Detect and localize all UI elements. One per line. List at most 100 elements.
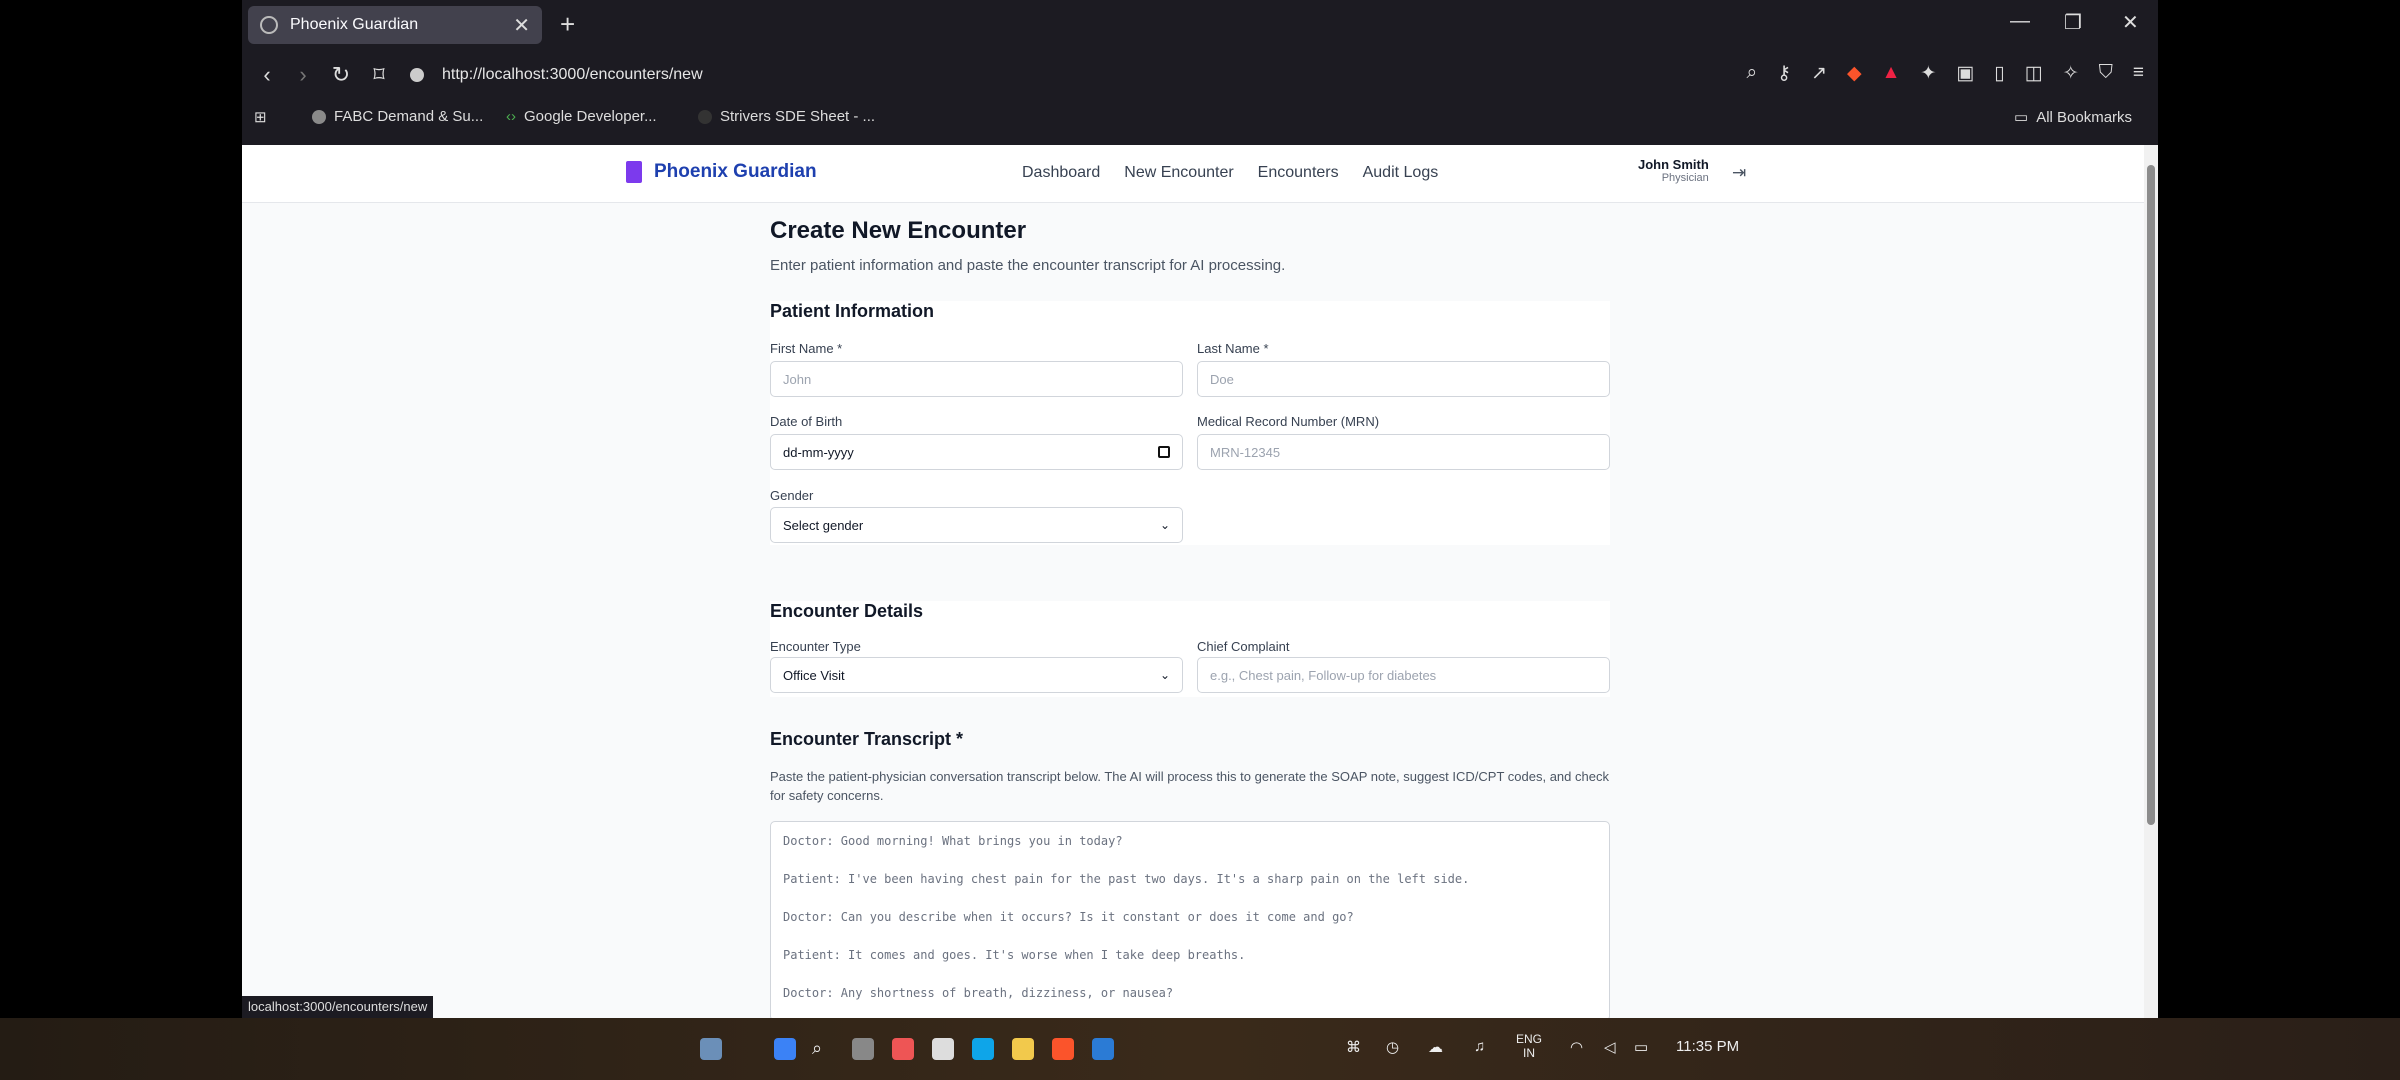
gender-label: Gender bbox=[770, 488, 814, 503]
vscode-icon[interactable] bbox=[1092, 1038, 1114, 1060]
wifi-icon[interactable]: ◠ bbox=[1570, 1038, 1583, 1056]
globe-icon bbox=[312, 109, 326, 124]
start-icon[interactable] bbox=[774, 1038, 796, 1060]
brand[interactable]: Phoenix Guardian bbox=[626, 161, 817, 183]
encounter-type-select[interactable]: Office Visit ⌄ bbox=[770, 657, 1183, 693]
patient-info-section: Patient Information First Name * John La… bbox=[770, 301, 1610, 545]
nav-bar: ‹ › ↻ ⌑ http://localhost:3000/encounters… bbox=[242, 52, 2158, 98]
dob-input[interactable]: dd-mm-yyyy bbox=[770, 434, 1183, 470]
transcript-line: Patient: I've been having chest pain for… bbox=[783, 872, 1470, 886]
notification-icon[interactable]: ♫ bbox=[1474, 1038, 1485, 1055]
tab-bar: Phoenix Guardian ✕ + — ❐ ✕ bbox=[242, 0, 2158, 50]
tab-close-icon[interactable]: ✕ bbox=[513, 13, 530, 38]
close-window-icon[interactable]: ✕ bbox=[2122, 10, 2139, 35]
file-explorer-icon[interactable] bbox=[1012, 1038, 1034, 1060]
menu-icon[interactable]: ≡ bbox=[2133, 62, 2144, 85]
transcript-line: Doctor: Good morning! What brings you in… bbox=[783, 834, 1123, 848]
volume-icon[interactable]: ◁ bbox=[1604, 1038, 1616, 1056]
all-bookmarks-button[interactable]: ▭ All Bookmarks bbox=[2014, 108, 2132, 127]
apps-icon[interactable]: ⊞ bbox=[254, 108, 267, 126]
screenshot-icon[interactable]: ▣ bbox=[1956, 62, 1974, 85]
search-icon[interactable]: ⌕ bbox=[812, 1038, 834, 1060]
leo-icon[interactable]: ✧ bbox=[2063, 62, 2079, 85]
site-info-icon[interactable] bbox=[410, 68, 424, 82]
key-icon[interactable]: ⚷ bbox=[1777, 62, 1791, 85]
nav-dashboard[interactable]: Dashboard bbox=[1022, 164, 1100, 182]
cloud-icon[interactable]: ☁ bbox=[1428, 1038, 1443, 1056]
first-name-label: First Name * bbox=[770, 341, 843, 356]
page-viewport: Phoenix Guardian Dashboard New Encounter… bbox=[242, 145, 2158, 1018]
folder-icon: ▭ bbox=[2014, 109, 2029, 126]
address-bar[interactable]: http://localhost:3000/encounters/new bbox=[410, 58, 1600, 92]
first-name-input[interactable]: John bbox=[770, 361, 1183, 397]
chrome-icon[interactable] bbox=[892, 1038, 914, 1060]
bookmark-item[interactable]: FABC Demand & Su... bbox=[312, 108, 483, 125]
scrollbar[interactable] bbox=[2144, 145, 2158, 1018]
vpn-icon[interactable]: ⛉ bbox=[2099, 62, 2113, 85]
extension-toolbar: ⌕ ⚷ ↗ ◆ ▲ ✦ ▣ ▯ ◫ ✧ ⛉ ≡ bbox=[1747, 62, 2145, 85]
nav-audit-logs[interactable]: Audit Logs bbox=[1363, 164, 1439, 182]
screen: Phoenix Guardian ✕ + — ❐ ✕ ‹ › ↻ ⌑ http:… bbox=[0, 0, 2400, 1080]
striver-icon bbox=[698, 109, 712, 124]
chief-complaint-input[interactable]: e.g., Chest pain, Follow-up for diabetes bbox=[1197, 657, 1610, 693]
encounter-type-label: Encounter Type bbox=[770, 639, 861, 654]
transcript-line: Doctor: Any shortness of breath, dizzine… bbox=[783, 986, 1174, 1000]
edge-icon[interactable] bbox=[972, 1038, 994, 1060]
code-icon: ‹› bbox=[506, 108, 516, 125]
user-info: John Smith Physician bbox=[1638, 157, 1709, 184]
bookmark-item[interactable]: Strivers SDE Sheet - ... bbox=[698, 108, 875, 125]
user-name: John Smith bbox=[1638, 157, 1709, 172]
clock[interactable]: 11:35 PM bbox=[1676, 1038, 1739, 1055]
section-title: Encounter Transcript * bbox=[770, 729, 964, 749]
task-view-icon[interactable] bbox=[852, 1038, 874, 1060]
back-icon[interactable]: ‹ bbox=[252, 60, 282, 90]
brave-shield-icon[interactable]: ◆ bbox=[1847, 62, 1862, 85]
rewards-icon[interactable]: ▲ bbox=[1882, 62, 1901, 85]
encounter-details-section: Encounter Details Encounter Type Office … bbox=[770, 601, 1610, 697]
extensions-icon[interactable]: ✦ bbox=[1920, 62, 1936, 85]
reload-icon[interactable]: ↻ bbox=[326, 60, 356, 90]
last-name-label: Last Name * bbox=[1197, 341, 1269, 356]
nav-new-encounter[interactable]: New Encounter bbox=[1124, 164, 1233, 182]
bookmark-item[interactable]: ‹› Google Developer... bbox=[506, 108, 657, 125]
forward-icon[interactable]: › bbox=[288, 60, 318, 90]
transcript-section: Encounter Transcript * Paste the patient… bbox=[770, 729, 1610, 1018]
transcript-line: Doctor: Can you describe when it occurs?… bbox=[783, 910, 1354, 924]
main-nav: Dashboard New Encounter Encounters Audit… bbox=[1022, 164, 1438, 182]
tab-title: Phoenix Guardian bbox=[290, 16, 419, 33]
zoom-icon[interactable]: ⌕ bbox=[1747, 62, 1758, 85]
app-header: Phoenix Guardian Dashboard New Encounter… bbox=[242, 145, 2144, 203]
wallet-icon[interactable]: ◫ bbox=[2025, 62, 2043, 85]
new-tab-icon[interactable]: + bbox=[560, 10, 575, 38]
mrn-input[interactable]: MRN-12345 bbox=[1197, 434, 1610, 470]
nav-encounters[interactable]: Encounters bbox=[1258, 164, 1339, 182]
calendar-icon[interactable] bbox=[1158, 446, 1170, 458]
tray-app-icon[interactable]: ⌘ bbox=[1346, 1038, 1361, 1056]
dob-label: Date of Birth bbox=[770, 414, 843, 429]
url-text: http://localhost:3000/encounters/new bbox=[442, 66, 703, 83]
brave-icon[interactable] bbox=[1052, 1038, 1074, 1060]
page-title: Create New Encounter bbox=[770, 217, 1027, 244]
mrn-label: Medical Record Number (MRN) bbox=[1197, 414, 1380, 429]
chief-complaint-label: Chief Complaint bbox=[1197, 639, 1290, 654]
minimize-icon[interactable]: — bbox=[2010, 10, 2030, 33]
section-title: Patient Information bbox=[770, 301, 935, 321]
sidebar-icon[interactable]: ▯ bbox=[1994, 62, 2004, 85]
taskbar: ⌕ ⌘ ◷ ☁ ♫ ENG IN ◠ ◁ ▭ 11:35 PM bbox=[0, 1018, 2400, 1080]
store-icon[interactable] bbox=[932, 1038, 954, 1060]
last-name-input[interactable]: Doe bbox=[1197, 361, 1610, 397]
browser-window: Phoenix Guardian ✕ + — ❐ ✕ ‹ › ↻ ⌑ http:… bbox=[242, 0, 2158, 1018]
bookmark-icon[interactable]: ⌑ bbox=[364, 60, 394, 90]
weather-icon[interactable] bbox=[700, 1038, 722, 1060]
scrollbar-thumb[interactable] bbox=[2147, 165, 2155, 825]
tray-clock-icon[interactable]: ◷ bbox=[1386, 1038, 1399, 1056]
language-indicator[interactable]: ENG IN bbox=[1516, 1032, 1542, 1060]
transcript-textarea[interactable]: Doctor: Good morning! What brings you in… bbox=[770, 821, 1610, 1018]
restore-icon[interactable]: ❐ bbox=[2064, 10, 2082, 35]
gender-select[interactable]: Select gender ⌄ bbox=[770, 507, 1183, 543]
status-bar-url: localhost:3000/encounters/new bbox=[242, 996, 434, 1018]
battery-icon[interactable]: ▭ bbox=[1634, 1038, 1648, 1056]
logout-icon[interactable]: ⇥ bbox=[1732, 163, 1746, 183]
browser-tab[interactable]: Phoenix Guardian ✕ bbox=[248, 6, 542, 44]
share-icon[interactable]: ↗ bbox=[1811, 62, 1827, 85]
